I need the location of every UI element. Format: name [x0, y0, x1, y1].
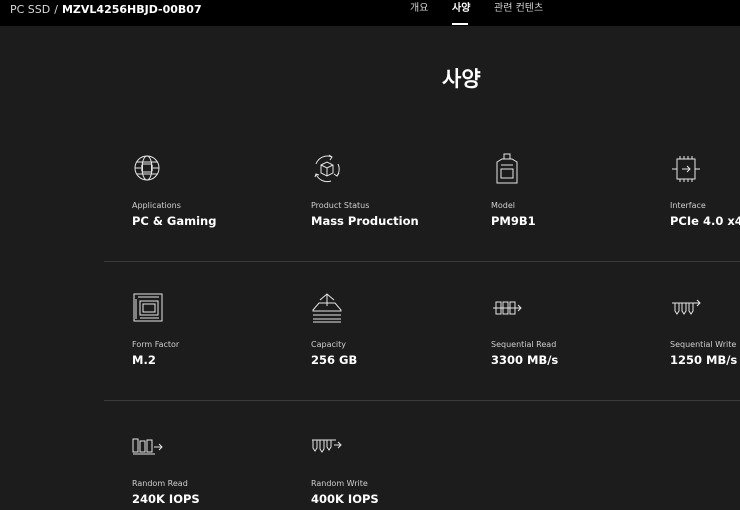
tab-specs[interactable]: 사양: [452, 3, 470, 15]
breadcrumb-model: MZVL4256HBJD-00B07: [61, 3, 202, 16]
spec-label-random-write: Random Write: [311, 479, 368, 488]
spec-label-random-read: Random Read: [132, 479, 188, 488]
spec-value-random-read: 240K IOPS: [132, 492, 200, 506]
row-divider: [104, 261, 740, 262]
spec-label-product-status: Product Status: [311, 201, 370, 210]
active-tab-indicator: [452, 23, 468, 25]
spec-value-sequential-read: 3300 MB/s: [491, 353, 559, 367]
circuit-board-icon: [131, 291, 165, 325]
spec-label-form-factor: Form Factor: [132, 340, 180, 349]
spec-value-applications: PC & Gaming: [132, 214, 217, 228]
spec-value-model: PM9B1: [491, 214, 536, 228]
globe-chip-icon: [131, 152, 165, 186]
random-read-icon: [131, 430, 165, 464]
random-write-icon: [310, 430, 344, 464]
breadcrumb-category[interactable]: PC SSD: [10, 3, 50, 16]
chip-interface-icon: [669, 152, 703, 186]
sequential-write-icon: [669, 291, 703, 325]
sequential-read-icon: [490, 291, 524, 325]
spec-label-model: Model: [491, 201, 516, 210]
spec-value-product-status: Mass Production: [311, 214, 419, 228]
cycle-box-icon: [310, 152, 344, 186]
spec-label-interface: Interface: [670, 201, 706, 210]
tab-related-content[interactable]: 관련 컨텐츠: [494, 3, 543, 15]
spec-label-capacity: Capacity: [311, 340, 346, 349]
row-divider: [104, 400, 740, 401]
spec-label-sequential-write: Sequential Write: [670, 340, 737, 349]
spec-value-form-factor: M.2: [132, 353, 156, 367]
breadcrumb: PC SSD / MZVL4256HBJD-00B07: [10, 3, 202, 17]
spec-value-sequential-write: 1250 MB/s: [670, 353, 738, 367]
top-nav-bar: PC SSD / MZVL4256HBJD-00B07 개요 사양 관련 컨텐츠: [0, 0, 740, 26]
page-title: 사양: [442, 67, 481, 91]
tab-overview[interactable]: 개요: [410, 3, 428, 15]
tray-upload-icon: [310, 291, 344, 325]
spec-label-sequential-read: Sequential Read: [491, 340, 557, 349]
ssd-tag-icon: [490, 152, 524, 186]
spec-value-interface: PCIe 4.0 x4: [670, 214, 740, 228]
spec-value-capacity: 256 GB: [311, 353, 358, 367]
spec-value-random-write: 400K IOPS: [311, 492, 379, 506]
breadcrumb-separator: /: [54, 3, 58, 16]
spec-label-applications: Applications: [132, 201, 181, 210]
